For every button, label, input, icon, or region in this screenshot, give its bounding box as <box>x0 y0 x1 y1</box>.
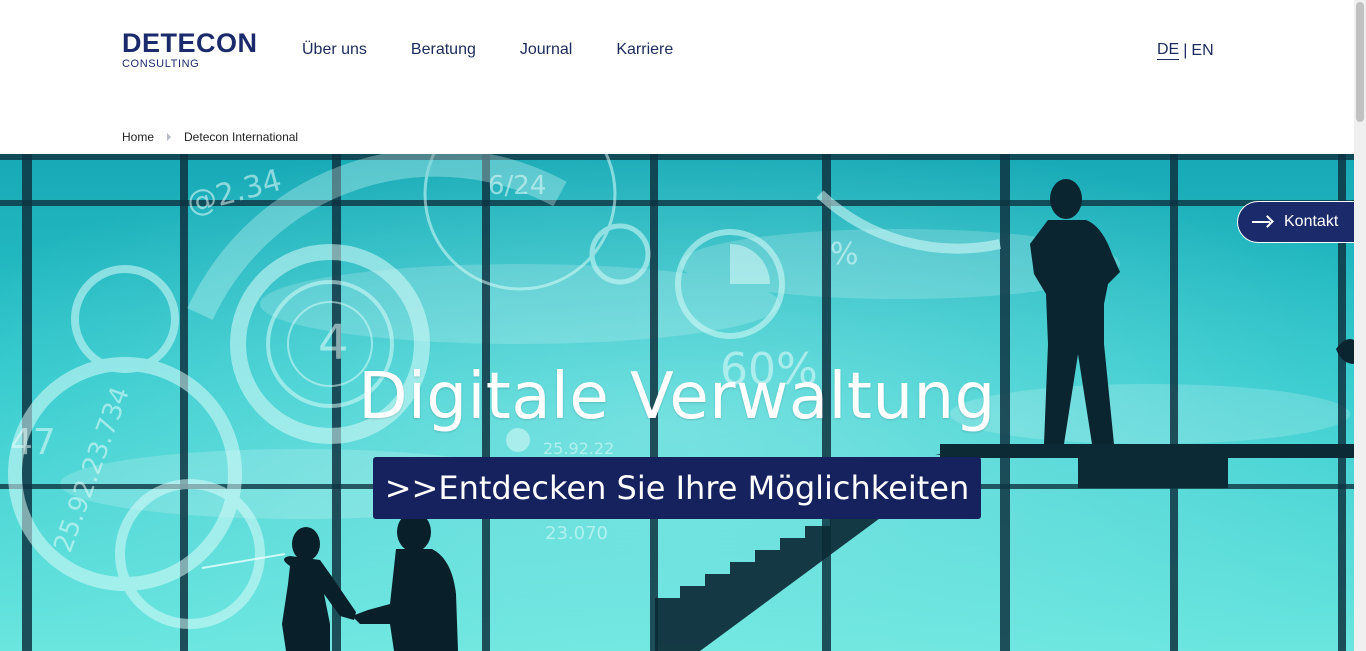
overlay-text-8: % <box>830 237 859 272</box>
overlay-text-5: 25.92.22 <box>543 439 614 458</box>
nav-item-journal[interactable]: Journal <box>520 40 572 60</box>
main-nav: Über uns Beratung Journal Karriere <box>302 40 717 60</box>
nav-item-karriere[interactable]: Karriere <box>616 40 673 60</box>
chevron-right-icon <box>167 133 172 141</box>
header: DETECON CONSULTING Über uns Beratung Jou… <box>0 0 1366 154</box>
nav-item-ueber-uns[interactable]: Über uns <box>302 40 367 60</box>
scrollbar-thumb[interactable] <box>1356 2 1364 122</box>
lang-de-link[interactable]: DE <box>1157 41 1180 60</box>
page: DETECON CONSULTING Über uns Beratung Jou… <box>0 0 1366 651</box>
hero-banner: @2.34 6/24 4 25.92.23.734 25.92.22 23.07… <box>0 154 1354 651</box>
kontakt-label: Kontakt <box>1284 213 1339 230</box>
logo-sub-text: CONSULTING <box>122 58 200 70</box>
lang-separator: | <box>1183 41 1188 59</box>
overlay-text-6: 23.070 <box>545 523 608 544</box>
breadcrumb-current: Detecon International <box>184 130 299 144</box>
logo[interactable]: DETECON CONSULTING <box>122 28 258 71</box>
lang-en-link[interactable]: EN <box>1191 42 1213 60</box>
breadcrumb: Home Detecon International <box>122 130 298 144</box>
hero-title: Digitale Verwaltung <box>358 360 996 434</box>
logo-main-text: DETECON <box>122 28 258 58</box>
arrow-right-icon <box>1252 216 1274 228</box>
nav-item-beratung[interactable]: Beratung <box>411 40 476 60</box>
language-switcher: DE | EN <box>1157 41 1214 60</box>
discover-possibilities-button[interactable]: >>Entdecken Sie Ihre Möglichkeiten <box>373 457 981 519</box>
overlay-text-2: 6/24 <box>488 171 546 201</box>
scrollbar[interactable] <box>1354 0 1366 651</box>
kontakt-button[interactable]: Kontakt <box>1237 201 1354 243</box>
breadcrumb-home-link[interactable]: Home <box>122 130 154 144</box>
